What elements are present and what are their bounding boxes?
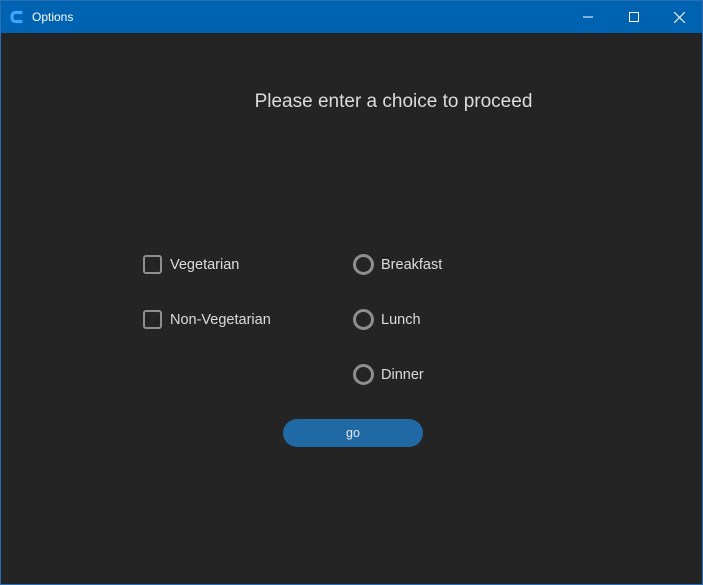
breakfast-radio[interactable]: Breakfast	[353, 254, 442, 275]
minimize-button[interactable]	[565, 1, 611, 33]
window-title: Options	[32, 10, 74, 24]
maximize-button[interactable]	[611, 1, 657, 33]
radio-circle[interactable]	[353, 364, 374, 385]
vegetarian-checkbox[interactable]: Vegetarian	[143, 255, 239, 274]
content-area: Please enter a choice to proceed Vegetar…	[1, 33, 702, 584]
radio-label-dinner: Dinner	[381, 366, 424, 383]
app-logo-icon	[10, 10, 23, 24]
close-icon	[673, 11, 685, 23]
close-button[interactable]	[656, 1, 702, 33]
radio-circle[interactable]	[353, 254, 374, 275]
checkbox-box[interactable]	[143, 255, 162, 274]
checkbox-box[interactable]	[143, 310, 162, 329]
options-window: Options Please enter a choice to proceed…	[0, 0, 703, 585]
go-button[interactable]: go	[283, 419, 423, 447]
maximize-icon	[629, 12, 639, 22]
minimize-icon	[583, 16, 593, 18]
non-vegetarian-checkbox[interactable]: Non-Vegetarian	[143, 310, 271, 329]
prompt-heading: Please enter a choice to proceed	[254, 91, 533, 112]
lunch-radio[interactable]: Lunch	[353, 309, 421, 330]
checkbox-label-vegetarian: Vegetarian	[170, 256, 240, 273]
title-bar[interactable]: Options	[1, 1, 702, 33]
radio-circle[interactable]	[353, 309, 374, 330]
dinner-radio[interactable]: Dinner	[353, 364, 424, 385]
radio-label-lunch: Lunch	[381, 311, 421, 328]
checkbox-label-non-vegetarian: Non-Vegetarian	[170, 311, 271, 328]
radio-label-breakfast: Breakfast	[381, 256, 443, 273]
